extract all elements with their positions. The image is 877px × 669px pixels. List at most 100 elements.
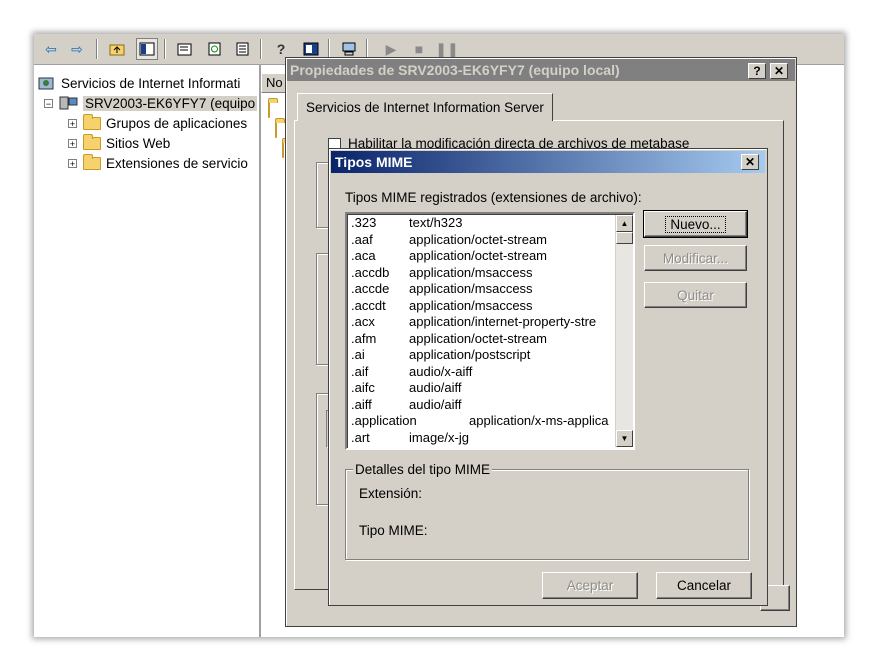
export-list-icon[interactable]	[232, 38, 254, 60]
cancel-button[interactable]: Cancelar	[656, 572, 752, 599]
mime-list-label: Tipos MIME registrados (extensiones de a…	[345, 190, 642, 205]
mime-extension: .accdt	[351, 297, 386, 313]
help-button[interactable]: ?	[748, 63, 766, 79]
folder-icon	[275, 121, 277, 138]
mime-dialog: Tipos MIME ✕ Tipos MIME registrados (ext…	[328, 148, 768, 606]
tree-root[interactable]: Servicios de Internet Informati	[38, 73, 240, 93]
toolbar-separator	[164, 39, 166, 59]
mime-type: application/octet-stream	[409, 231, 548, 247]
mime-extension: .aifc	[351, 380, 375, 395]
mime-row[interactable]: .aaf application/octet-stream	[348, 232, 616, 249]
toolbar-separator	[366, 39, 368, 59]
mime-extension: .aiff	[351, 396, 372, 412]
server-icon	[59, 96, 78, 110]
scroll-thumb[interactable]	[616, 232, 633, 244]
tree-item-web-sites[interactable]: + Sitios Web	[68, 133, 170, 153]
mime-details-group	[345, 469, 749, 560]
expand-icon[interactable]: +	[68, 138, 77, 148]
mime-type: image/x-jg	[409, 429, 469, 445]
forward-arrow-icon[interactable]: ⇨	[66, 38, 88, 60]
tree-item-label: Extensiones de servicio	[106, 155, 248, 171]
mime-type: audio/x-aiff	[409, 363, 473, 379]
mime-row[interactable]: .aiff audio/aiff	[348, 397, 616, 414]
mime-extension: .accde	[351, 281, 390, 296]
mime-extension: .aif	[351, 363, 369, 379]
mime-extension: .acx	[351, 314, 375, 329]
back-arrow-icon[interactable]: ⇦	[40, 38, 62, 60]
mime-type: text/h323	[409, 215, 463, 230]
folder-icon	[83, 113, 101, 130]
refresh-icon[interactable]	[204, 38, 226, 60]
mime-row[interactable]: .accdb application/msaccess	[348, 265, 616, 282]
mime-details-title: Detalles del tipo MIME	[353, 462, 493, 477]
mime-type-label: Tipo MIME:	[359, 523, 428, 538]
properties-title: Propiedades de SRV2003-EK6YFY7 (equipo l…	[290, 62, 620, 78]
mime-type: application/msaccess	[409, 264, 533, 280]
tree-item-label: Grupos de aplicaciones	[106, 115, 248, 131]
mime-type: audio/aiff	[409, 380, 462, 395]
mime-row[interactable]: .aif audio/x-aiff	[348, 364, 616, 381]
toolbar-separator	[260, 39, 262, 59]
folder-icon	[83, 153, 101, 170]
mime-extension: .application	[351, 413, 417, 428]
mime-row[interactable]: .acx application/internet-property-stre	[348, 314, 616, 331]
mime-extension: .afm	[351, 330, 377, 346]
mime-title: Tipos MIME	[335, 154, 413, 170]
mime-type: application/postscript	[409, 347, 531, 362]
tree-item-service-extensions[interactable]: + Extensiones de servicio	[68, 153, 248, 173]
mime-type: audio/aiff	[409, 396, 462, 412]
remove-button[interactable]: Quitar	[644, 282, 747, 308]
expand-icon[interactable]: +	[68, 158, 77, 168]
tab-iis-services[interactable]: Servicios de Internet Information Server	[297, 93, 553, 121]
folder-icon	[268, 101, 270, 118]
mime-extension: .aca	[351, 248, 376, 263]
mime-type: application/x-ms-applica	[469, 413, 609, 428]
mime-titlebar: Tipos MIME	[331, 151, 765, 173]
mime-type: application/octet-stream	[409, 248, 548, 263]
mime-extension: .aaf	[351, 231, 373, 247]
ok-button[interactable]: Aceptar	[542, 572, 638, 599]
show-hide-tree-icon[interactable]	[136, 38, 158, 60]
mime-extension: .accdb	[351, 264, 390, 280]
console-tree: Servicios de Internet Informati − SRV200…	[34, 65, 261, 637]
close-icon[interactable]: ✕	[741, 154, 759, 170]
mime-row[interactable]: .art image/x-jg	[348, 430, 616, 447]
mime-row[interactable]: .323 text/h323	[348, 215, 616, 232]
mime-listbox[interactable]: .323 text/h323 .aaf application/octet-strea…	[345, 212, 635, 450]
iis-icon	[38, 77, 54, 90]
mime-row[interactable]: .aca application/octet-stream	[348, 248, 616, 265]
properties-icon[interactable]	[174, 38, 196, 60]
new-button[interactable]: Nuevo...	[643, 210, 748, 238]
scroll-down-icon[interactable]: ▼	[616, 430, 633, 447]
mime-type: application/octet-stream	[409, 330, 548, 346]
toolbar-separator	[328, 39, 330, 59]
mime-row[interactable]: .accde application/msaccess	[348, 281, 616, 298]
tree-server-label: SRV2003-EK6YFY7 (equipo	[83, 95, 258, 111]
mime-row[interactable]: .accdt application/msaccess	[348, 298, 616, 315]
mime-row[interactable]: .application application/x-ms-applica	[348, 413, 616, 430]
scrollbar[interactable]: ▲ ▼	[615, 215, 633, 447]
mime-extension: .ai	[351, 347, 365, 362]
collapse-icon[interactable]: −	[44, 98, 53, 108]
mime-type: application/msaccess	[409, 297, 533, 313]
properties-titlebar: Propiedades de SRV2003-EK6YFY7 (equipo l…	[287, 59, 795, 81]
scroll-up-icon[interactable]: ▲	[616, 215, 633, 232]
mime-list: .323 text/h323 .aaf application/octet-strea…	[348, 215, 616, 446]
tree-root-label: Servicios de Internet Informati	[61, 75, 241, 91]
up-folder-icon[interactable]	[106, 38, 128, 60]
new-button-label: Nuevo...	[665, 215, 726, 233]
mime-row[interactable]: .ai application/postscript	[348, 347, 616, 364]
edit-button[interactable]: Modificar...	[644, 245, 747, 271]
mime-type: application/internet-property-stre	[409, 314, 597, 329]
mime-extension: .art	[351, 429, 370, 445]
mime-row[interactable]: .afm application/octet-stream	[348, 331, 616, 348]
expand-icon[interactable]: +	[68, 118, 77, 128]
tree-item-app-pools[interactable]: + Grupos de aplicaciones	[68, 113, 247, 133]
mime-type: application/msaccess	[409, 281, 533, 296]
mime-row[interactable]: .aifc audio/aiff	[348, 380, 616, 397]
folder-icon	[83, 133, 101, 150]
tree-server-node[interactable]: − SRV2003-EK6YFY7 (equipo	[44, 93, 258, 113]
tree-item-label: Sitios Web	[106, 135, 171, 151]
mime-extension: .323	[351, 215, 377, 230]
close-icon[interactable]: ✕	[770, 63, 788, 79]
